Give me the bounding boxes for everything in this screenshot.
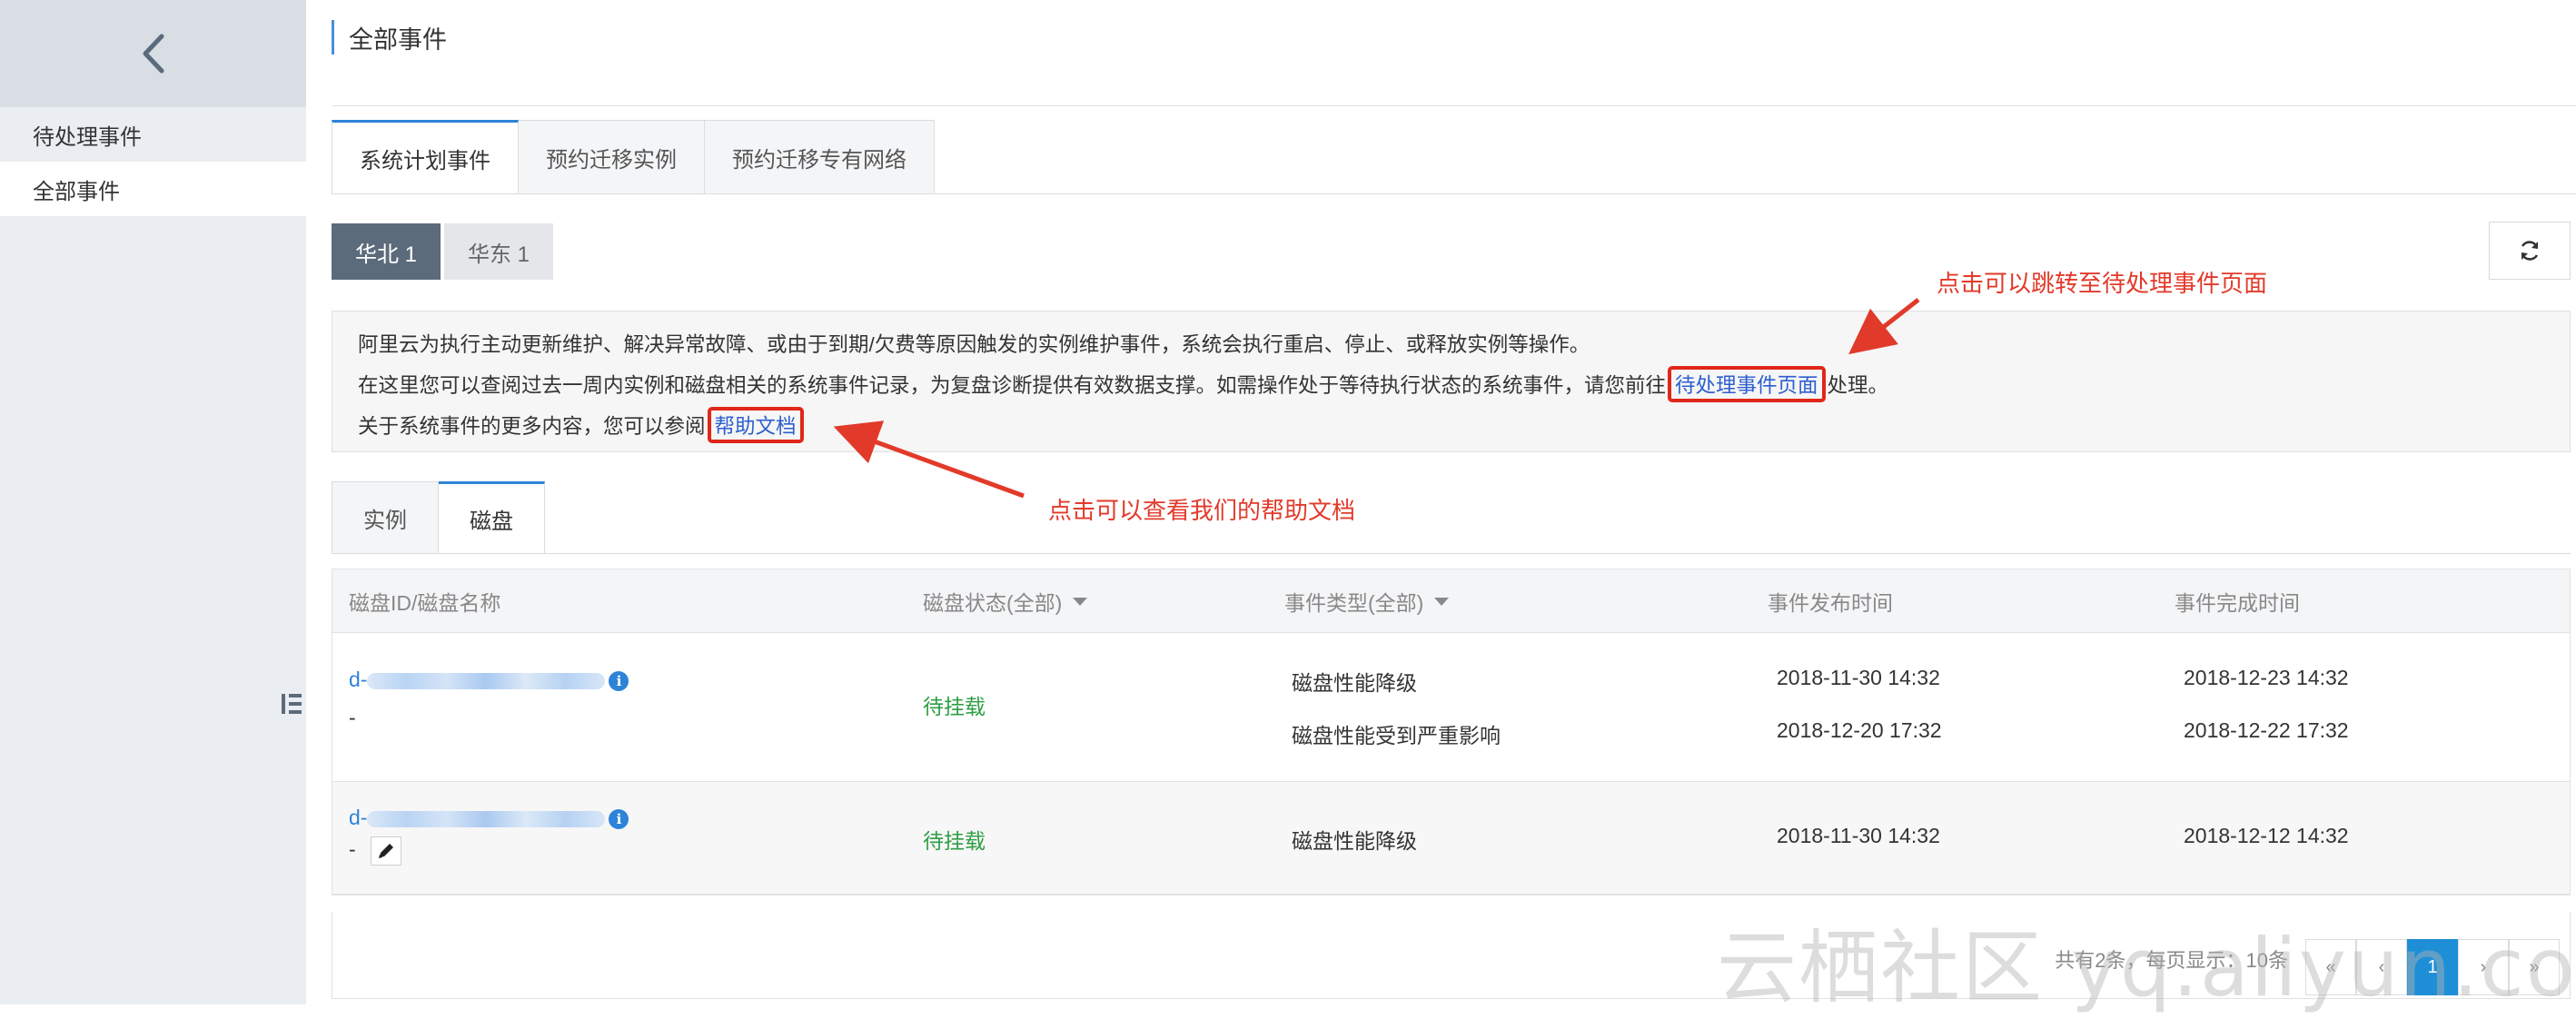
page-first-button[interactable]: «: [2305, 939, 2356, 995]
pending-events-page-link[interactable]: 待处理事件页面: [1668, 365, 1826, 402]
event-type: 磁盘性能降级: [1292, 829, 1417, 853]
annotation-pending-page: 点击可以跳转至待处理事件页面: [1937, 270, 2268, 297]
event-type: 磁盘性能受到严重影响: [1292, 724, 1501, 747]
header-publish-time: 事件发布时间: [1768, 591, 1893, 615]
title-divider: [332, 105, 2576, 106]
events-table: 磁盘ID/磁盘名称 磁盘状态(全部) 事件类型(全部) 事件发布时间 事件完成时…: [332, 569, 2571, 895]
main-content: 全部事件 系统计划事件 预约迁移实例 预约迁移专有网络 华北 1 华东 1 阿里…: [306, 0, 2576, 1004]
event-finish-time: 2018-12-23 14:32: [2184, 666, 2349, 689]
chevron-left-icon: [143, 34, 163, 74]
page-prev-button[interactable]: ‹: [2356, 939, 2407, 995]
refresh-button[interactable]: [2489, 222, 2571, 280]
tab-instance[interactable]: 实例: [332, 481, 439, 554]
region-north-1[interactable]: 华北 1: [332, 223, 441, 280]
notice-line-3: 关于系统事件的更多内容，您可以参阅 帮助文档: [358, 404, 2570, 445]
header-status-filter[interactable]: 磁盘状态(全部): [923, 569, 1088, 633]
caret-down-icon: [1073, 597, 1088, 606]
event-publish-time: 2018-12-20 17:32: [1777, 718, 1942, 742]
notice-line-1: 阿里云为执行主动更新维护、解决异常故障、或由于到期/欠费等原因触发的实例维护事件…: [358, 332, 1590, 356]
sidebar-back-button[interactable]: [0, 0, 306, 107]
pencil-icon: [379, 844, 394, 858]
event-finish-time: 2018-12-12 14:32: [2184, 824, 2349, 847]
header-disk: 磁盘ID/磁盘名称: [349, 591, 501, 615]
region-selector: 华北 1 华东 1: [332, 223, 554, 280]
tab-scheduled-migration-instances[interactable]: 预约迁移实例: [519, 120, 705, 194]
disk-id-cell: d-i: [349, 806, 629, 830]
info-notice: 阿里云为执行主动更新维护、解决异常故障、或由于到期/欠费等原因触发的实例维护事件…: [332, 311, 2571, 452]
notice-line-2: 在这里您可以查阅过去一周内实例和磁盘相关的系统事件记录，为复盘诊断提供有效数据支…: [358, 363, 2570, 404]
disk-status: 待挂载: [923, 829, 986, 853]
sidebar-item-pending-events[interactable]: 待处理事件: [0, 107, 306, 162]
redacted-disk-id: [367, 672, 606, 689]
tabs-divider: [332, 193, 2576, 194]
sidebar-collapse-handle[interactable]: [277, 663, 306, 745]
info-icon[interactable]: i: [609, 808, 629, 829]
table-row: d-i - 待挂载 磁盘性能降级 2018-11-30 14:32 2018-1…: [332, 782, 2570, 895]
disk-status: 待挂载: [923, 695, 986, 718]
disk-name: -: [349, 837, 356, 862]
tab-system-scheduled-events[interactable]: 系统计划事件: [332, 120, 519, 194]
header-finish-time: 事件完成时间: [2175, 591, 2300, 615]
notice-line-2-suffix: 处理。: [1827, 373, 1889, 397]
header-event-type-label: 事件类型(全部): [1284, 591, 1424, 615]
caret-down-icon: [1434, 597, 1450, 606]
disk-id-link[interactable]: d-: [349, 668, 367, 691]
annotation-help-doc: 点击可以查看我们的帮助文档: [1048, 497, 1356, 524]
pagination-summary: 共有2条，每页显示：10条: [2055, 949, 2288, 972]
resource-tabs: 实例 磁盘: [332, 481, 545, 554]
pagination: 共有2条，每页显示：10条 « ‹ 1 › »: [332, 912, 2571, 999]
header-status-label: 磁盘状态(全部): [923, 591, 1063, 615]
redacted-disk-id: [367, 810, 606, 827]
header-event-type-filter[interactable]: 事件类型(全部): [1284, 569, 1450, 633]
event-type: 磁盘性能降级: [1292, 671, 1417, 695]
disk-name-cell: -: [349, 836, 402, 866]
page-title: 全部事件: [332, 20, 447, 54]
disk-name: -: [349, 706, 356, 729]
help-doc-link[interactable]: 帮助文档: [707, 406, 804, 443]
info-icon[interactable]: i: [609, 670, 629, 691]
table-row: d-i - 待挂载 磁盘性能降级 2018-11-30 14:32 2018-1…: [332, 633, 2570, 782]
page-1-button[interactable]: 1: [2407, 939, 2458, 995]
notice-line-2-text: 在这里您可以查阅过去一周内实例和磁盘相关的系统事件记录，为复盘诊断提供有效数据支…: [358, 373, 1667, 397]
list-collapse-icon: [282, 694, 302, 714]
sidebar: 待处理事件 全部事件: [0, 0, 306, 1004]
page-next-button[interactable]: ›: [2458, 939, 2509, 995]
subtabs-divider: [332, 553, 2571, 554]
tab-scheduled-migration-vpc[interactable]: 预约迁移专有网络: [705, 120, 935, 194]
refresh-icon: [2521, 241, 2539, 261]
sidebar-item-all-events[interactable]: 全部事件: [0, 162, 306, 216]
event-publish-time: 2018-11-30 14:32: [1777, 824, 1940, 847]
region-east-1[interactable]: 华东 1: [444, 223, 554, 280]
edit-name-button[interactable]: [371, 836, 402, 866]
notice-line-3-text: 关于系统事件的更多内容，您可以参阅: [358, 414, 706, 438]
table-header: 磁盘ID/磁盘名称 磁盘状态(全部) 事件类型(全部) 事件发布时间 事件完成时…: [332, 569, 2570, 633]
tab-disk[interactable]: 磁盘: [439, 481, 545, 554]
disk-id-cell: d-i: [349, 668, 629, 692]
page-last-button[interactable]: »: [2509, 939, 2560, 995]
disk-id-link[interactable]: d-: [349, 806, 367, 829]
event-finish-time: 2018-12-22 17:32: [2184, 718, 2349, 742]
event-publish-time: 2018-11-30 14:32: [1777, 666, 1940, 689]
event-tabs: 系统计划事件 预约迁移实例 预约迁移专有网络: [332, 120, 935, 194]
